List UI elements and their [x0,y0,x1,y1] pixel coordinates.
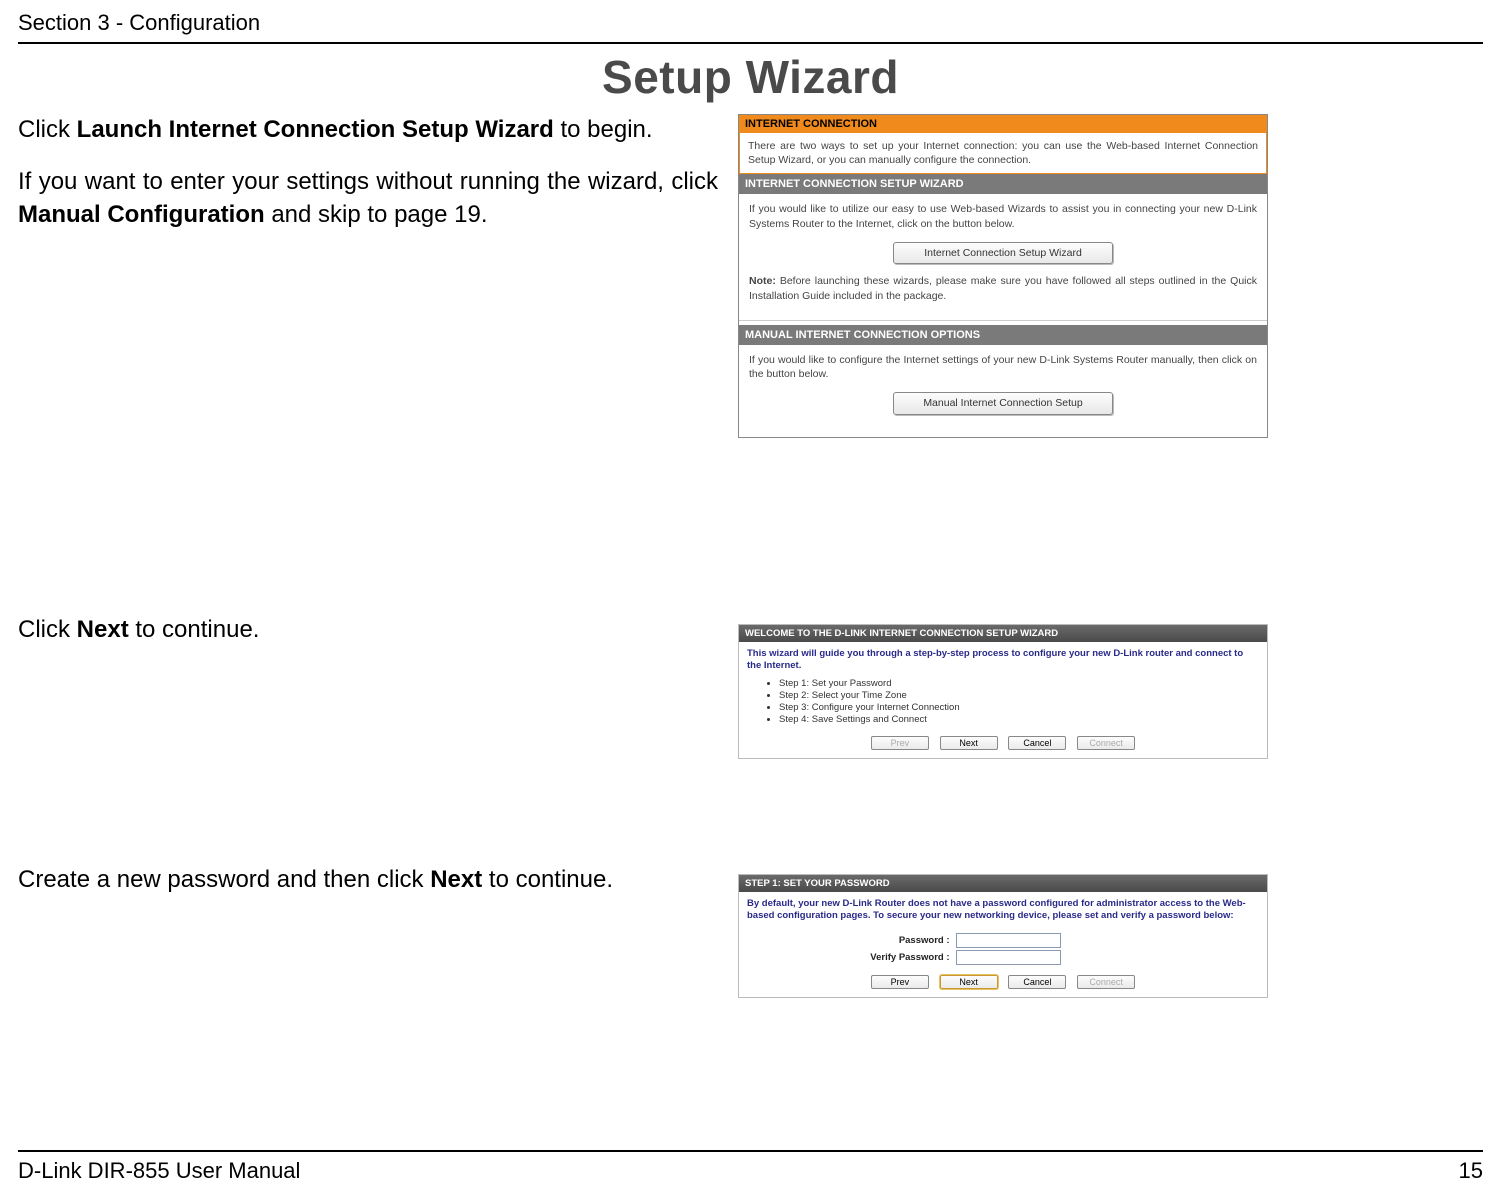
list-item: Step 1: Set your Password [779,678,1259,689]
next-button[interactable]: Next [940,736,998,750]
instruction-3: Click Next to continue. [18,614,718,646]
panel-body: If you would like to utilize our easy to… [739,194,1267,315]
text: and skip to page 19. [265,201,488,228]
panel-header-welcome: WELCOME TO THE D-LINK INTERNET CONNECTIO… [739,625,1267,642]
cancel-button[interactable]: Cancel [1008,975,1066,989]
verify-password-label: Verify Password : [786,952,956,963]
note-label: Note: [749,275,776,287]
page-number: 15 [1459,1158,1483,1184]
divider [739,320,1267,321]
section-header: Section 3 - Configuration [18,10,1483,36]
cancel-button[interactable]: Cancel [1008,736,1066,750]
next-button[interactable]: Next [940,975,998,989]
panel-header-step1: STEP 1: SET YOUR PASSWORD [739,875,1267,892]
list-item: Step 2: Select your Time Zone [779,690,1259,701]
step1-intro-text: By default, your new D-Link Router does … [739,892,1267,931]
text: If you want to enter your settings witho… [18,168,718,195]
text-bold: Next [430,866,482,893]
password-label: Password : [786,935,956,946]
internet-connection-setup-wizard-button[interactable]: Internet Connection Setup Wizard [893,242,1113,265]
screenshot-internet-connection: INTERNET CONNECTION There are two ways t… [738,114,1268,438]
text: Click [18,616,77,643]
page-title: Setup Wizard [18,50,1483,104]
text-bold: Manual Configuration [18,201,265,228]
footer-manual-name: D-Link DIR-855 User Manual [18,1158,300,1184]
divider-top [18,42,1483,44]
text: If you would like to utilize our easy to… [749,202,1257,231]
screenshot-wizard-welcome: WELCOME TO THE D-LINK INTERNET CONNECTIO… [738,624,1268,759]
wizard-steps-list: Step 1: Set your Password Step 2: Select… [739,675,1267,732]
verify-password-field[interactable] [956,950,1061,965]
list-item: Step 4: Save Settings and Connect [779,714,1259,725]
panel-body: There are two ways to set up your Intern… [739,133,1267,174]
text: to begin. [554,116,653,143]
divider-bottom [18,1150,1483,1152]
prev-button[interactable]: Prev [871,975,929,989]
text: Create a new password and then click [18,866,430,893]
panel-header-wizard: INTERNET CONNECTION SETUP WIZARD [739,174,1267,194]
text-bold: Next [77,616,129,643]
text: to continue. [129,616,260,643]
text: to continue. [482,866,613,893]
prev-button: Prev [871,736,929,750]
wizard-intro-text: This wizard will guide you through a ste… [739,642,1267,675]
panel-header-manual: MANUAL INTERNET CONNECTION OPTIONS [739,325,1267,345]
password-field[interactable] [956,933,1061,948]
list-item: Step 3: Configure your Internet Connecti… [779,702,1259,713]
screenshot-set-password: STEP 1: SET YOUR PASSWORD By default, yo… [738,874,1268,998]
instruction-1: Click Launch Internet Connection Setup W… [18,114,718,146]
connect-button: Connect [1077,736,1135,750]
panel-body: If you would like to configure the Inter… [739,345,1267,437]
text-bold: Launch Internet Connection Setup Wizard [77,116,554,143]
text: Click [18,116,77,143]
connect-button: Connect [1077,975,1135,989]
text: If you would like to configure the Inter… [749,353,1257,382]
instruction-4: Create a new password and then click Nex… [18,864,718,896]
note-text: Before launching these wizards, please m… [749,275,1257,302]
manual-internet-connection-setup-button[interactable]: Manual Internet Connection Setup [893,392,1113,415]
panel-header-internet-connection: INTERNET CONNECTION [739,115,1267,133]
instruction-2: If you want to enter your settings witho… [18,166,718,231]
